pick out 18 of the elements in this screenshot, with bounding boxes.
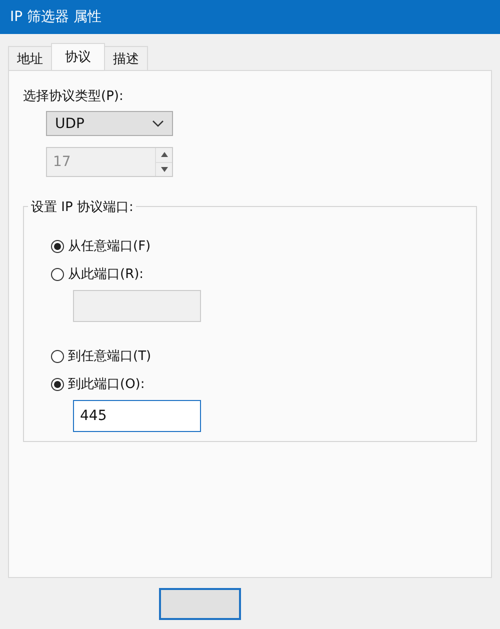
radio-label[interactable]: 从任意端口(F) xyxy=(68,237,151,255)
group-title: 设置 IP 协议端口: xyxy=(28,198,136,216)
radio-button[interactable] xyxy=(51,350,64,362)
port-field[interactable]: 445 xyxy=(73,400,201,432)
window-title: IP 筛选器 属性 xyxy=(10,8,102,26)
protocol-type-label: 选择协议类型(P): xyxy=(23,88,124,105)
tab[interactable]: 地址 xyxy=(8,46,52,70)
radio-label[interactable]: 到此端口(O): xyxy=(68,375,145,393)
dialog-button[interactable] xyxy=(159,588,241,620)
radio-label[interactable]: 到任意端口(T) xyxy=(68,347,152,365)
radio-button[interactable] xyxy=(51,240,64,252)
radio-button[interactable] xyxy=(51,268,64,280)
tab[interactable]: 协议 xyxy=(51,43,105,70)
tab[interactable]: 描述 xyxy=(104,46,148,70)
radio-button[interactable] xyxy=(51,378,64,390)
protocol-dropdown[interactable]: UDP xyxy=(46,111,173,136)
radio-label[interactable]: 从此端口(R): xyxy=(68,265,144,283)
chevron-down-icon xyxy=(152,120,164,128)
